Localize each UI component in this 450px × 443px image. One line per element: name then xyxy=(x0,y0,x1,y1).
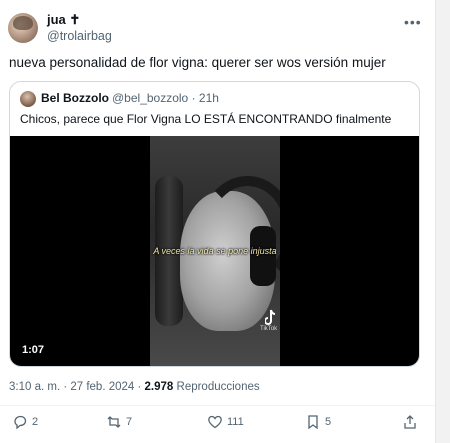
quote-tweet[interactable]: Bel Bozzolo @bel_bozzolo · 21h Chicos, p… xyxy=(9,81,420,367)
bookmark-button[interactable]: 5 xyxy=(305,414,331,430)
like-count: 111 xyxy=(227,416,244,428)
quote-display-name[interactable]: Bel Bozzolo xyxy=(41,91,109,105)
tiktok-icon xyxy=(265,309,276,325)
avatar[interactable] xyxy=(8,13,38,43)
tweet: jua ✝ @trolairbag ••• nueva personalidad… xyxy=(0,0,435,443)
like-button[interactable]: 111 xyxy=(207,414,244,430)
reply-button[interactable]: 2 xyxy=(12,414,38,430)
video-subtitle: A veces la vida se pone injusta xyxy=(153,246,277,256)
share-icon xyxy=(404,415,416,429)
tweet-meta: 3:10 a. m. · 27 feb. 2024 · 2.978 Reprod… xyxy=(9,381,260,393)
retweet-button[interactable]: 7 xyxy=(106,414,132,430)
more-dots-icon[interactable]: ••• xyxy=(404,14,422,30)
tweet-text: nueva personalidad de flor vigna: querer… xyxy=(9,55,386,70)
views-count: 2.978 xyxy=(144,381,174,393)
quote-handle-time: @bel_bozzolo · 21h xyxy=(112,91,219,105)
views-label: Reproducciones xyxy=(173,381,260,393)
bookmark-count: 5 xyxy=(325,416,332,428)
retweet-icon xyxy=(107,416,121,428)
reply-count: 2 xyxy=(32,416,39,428)
user-handle[interactable]: @trolairbag xyxy=(47,29,112,43)
scrollbar[interactable] xyxy=(435,0,450,443)
like-icon xyxy=(208,415,222,429)
quote-avatar[interactable] xyxy=(20,91,36,107)
share-button[interactable] xyxy=(402,414,418,430)
reply-icon xyxy=(14,415,27,430)
quote-text: Chicos, parece que Flor Vigna LO ESTÁ EN… xyxy=(20,112,392,126)
video-duration: 1:07 xyxy=(22,344,45,356)
display-name[interactable]: jua ✝ xyxy=(47,12,80,28)
video-player[interactable]: A veces la vida se pone injusta TikTok 1… xyxy=(10,136,419,366)
headphone-earcup xyxy=(250,226,276,286)
retweet-count: 7 xyxy=(126,416,133,428)
tiktok-watermark: TikTok xyxy=(260,326,278,332)
video-frame: A veces la vida se pone injusta TikTok xyxy=(150,136,280,366)
timestamp[interactable]: 3:10 a. m. · 27 feb. 2024 · xyxy=(9,381,145,393)
divider xyxy=(0,405,435,406)
bookmark-icon xyxy=(308,415,318,430)
